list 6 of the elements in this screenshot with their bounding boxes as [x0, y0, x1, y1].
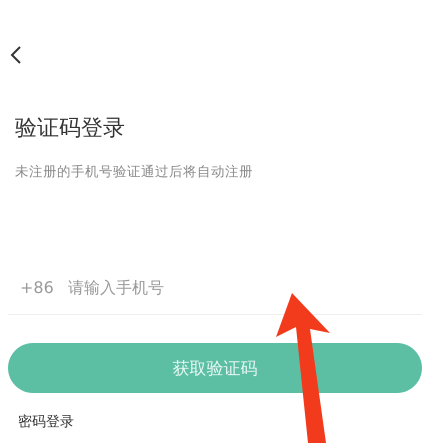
register-hint: 未注册的手机号验证通过后将自动注册 — [15, 163, 253, 181]
password-login-link[interactable]: 密码登录 — [18, 413, 74, 431]
back-icon[interactable] — [10, 45, 22, 65]
phone-input-field[interactable]: 请输入手机号 — [66, 277, 422, 298]
country-code[interactable]: +86 — [20, 278, 54, 297]
page-title: 验证码登录 — [15, 115, 125, 143]
